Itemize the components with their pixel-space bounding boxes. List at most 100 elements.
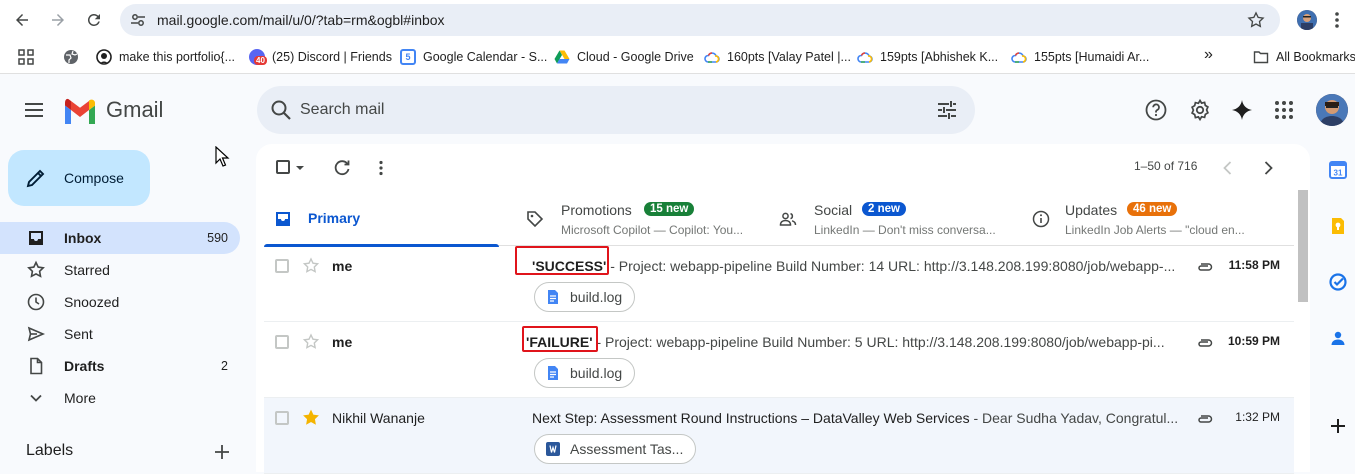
email-row[interactable]: me 'SUCCESS' - Project: webapp-pipeline … (264, 246, 1294, 322)
search-bar[interactable]: Search mail (257, 86, 975, 134)
google-contacts-icon[interactable] (1328, 328, 1348, 348)
bookmark-label: 155pts [Humaidi Ar... (1034, 50, 1150, 64)
more-vertical-icon[interactable] (371, 158, 391, 178)
plus-icon[interactable] (212, 442, 232, 462)
attachment-chip[interactable]: build.log (534, 358, 636, 388)
cloud-icon (857, 52, 873, 63)
star-filled-icon[interactable] (302, 409, 320, 427)
scrollbar-thumb[interactable] (1298, 190, 1308, 302)
apps-grid-icon[interactable] (18, 49, 34, 65)
draft-file-icon (30, 357, 43, 375)
attachment-chip[interactable]: build.log (534, 282, 636, 312)
search-options-icon[interactable] (935, 98, 959, 122)
sidebar-item-drafts[interactable]: Drafts 2 (0, 350, 240, 382)
next-page-icon[interactable] (1258, 158, 1278, 178)
email-checkbox[interactable] (275, 411, 289, 425)
bookmark-cloud-2[interactable]: 159pts [Abhishek K... (857, 49, 998, 65)
globe-icon[interactable] (63, 49, 79, 65)
email-time: 1:32 PM (1235, 410, 1280, 424)
sidebar-item-starred[interactable]: Starred (0, 254, 240, 286)
bookmark-cloud-1[interactable]: 160pts [Valay Patel |... (704, 49, 851, 65)
google-calendar-icon[interactable]: 31 (1328, 160, 1348, 180)
new-count-badge: 15 new (644, 202, 695, 216)
bookmark-discord[interactable]: 40 (25) Discord | Friends (249, 49, 392, 65)
email-subject-line: 'FAILURE' - Project: webapp-pipeline Bui… (526, 334, 1174, 350)
attachment-name: build.log (570, 365, 623, 381)
new-count-badge: 46 new (1127, 202, 1178, 216)
select-all-checkbox[interactable] (274, 158, 308, 178)
browser-profile-avatar[interactable] (1297, 10, 1317, 30)
inbox-icon (29, 231, 43, 245)
email-checkbox[interactable] (275, 335, 289, 349)
bookmark-label: Google Calendar - S... (423, 50, 548, 64)
site-settings-icon[interactable] (130, 12, 146, 28)
email-row[interactable]: me 'FAILURE' - Project: webapp-pipeline … (264, 322, 1294, 398)
sidebar-item-more[interactable]: More (0, 382, 240, 414)
star-outline-icon[interactable] (302, 333, 320, 351)
help-icon[interactable] (1144, 98, 1168, 122)
google-apps-icon[interactable] (1272, 98, 1296, 122)
attachment-icon (1198, 339, 1213, 347)
sidebar-item-snoozed[interactable]: Snoozed (0, 286, 240, 318)
pagination-info: 1–50 of 716 (1134, 159, 1198, 173)
sidebar-item-inbox[interactable]: Inbox 590 (0, 222, 240, 254)
search-input[interactable]: Search mail (300, 101, 384, 119)
google-tasks-icon[interactable] (1328, 272, 1348, 292)
inbox-icon (276, 212, 290, 226)
sidebar-item-sent[interactable]: Sent (0, 318, 240, 350)
address-bar[interactable]: mail.google.com/mail/u/0/?tab=rm&ogbl#in… (120, 4, 1280, 36)
reload-button[interactable] (82, 8, 106, 32)
settings-gear-icon[interactable] (1188, 98, 1212, 122)
bookmark-portfolio[interactable]: make this portfolio{... (96, 49, 235, 65)
sidebar-item-label: Snoozed (64, 294, 120, 310)
gmail-logo-icon[interactable] (63, 98, 97, 124)
tab-title: Primary (308, 210, 361, 226)
tab-social[interactable]: Social 2 new LinkedIn — Don't miss conve… (769, 194, 1019, 246)
previous-page-icon[interactable] (1218, 158, 1238, 178)
notification-badge: 40 (254, 56, 267, 65)
tab-promotions[interactable]: Promotions 15 new Microsoft Copilot — Co… (516, 194, 766, 246)
sidebar-item-label: Starred (64, 262, 110, 278)
bookmark-cloud-3[interactable]: 155pts [Humaidi Ar... (1011, 49, 1149, 65)
compose-button[interactable]: Compose (8, 150, 150, 206)
refresh-icon[interactable] (332, 158, 352, 178)
bookmark-label: 159pts [Abhishek K... (880, 50, 999, 64)
tab-primary[interactable]: Primary (264, 194, 499, 247)
back-button[interactable] (10, 8, 34, 32)
google-keep-icon[interactable] (1328, 216, 1348, 236)
all-bookmarks-button[interactable]: All Bookmarks (1253, 49, 1355, 65)
email-checkbox[interactable] (275, 259, 289, 273)
forward-button[interactable] (46, 8, 70, 32)
bookmark-label: (25) Discord | Friends (272, 50, 392, 64)
bookmark-google-calendar[interactable]: 5 Google Calendar - S... (400, 49, 547, 65)
drafts-count: 2 (221, 359, 228, 373)
attachment-chip[interactable]: Assessment Tas... (534, 434, 697, 464)
tab-preview: LinkedIn Job Alerts — "cloud en... (1065, 223, 1245, 237)
new-count-badge: 2 new (862, 202, 906, 216)
bookmark-google-drive[interactable]: Cloud - Google Drive (554, 49, 694, 65)
tab-title: Promotions (561, 202, 632, 218)
browser-menu-icon[interactable] (1327, 10, 1347, 30)
drive-icon (554, 50, 570, 64)
search-icon[interactable] (269, 98, 293, 122)
account-avatar[interactable] (1316, 94, 1348, 126)
email-time: 11:58 PM (1228, 258, 1280, 272)
sidebar-item-label: Inbox (64, 230, 102, 246)
tab-updates[interactable]: Updates 46 new LinkedIn Job Alerts — "cl… (1022, 194, 1294, 246)
cloud-icon (704, 52, 720, 63)
gemini-sparkle-icon[interactable] (1230, 98, 1254, 122)
email-row[interactable]: Nikhil Wananje Next Step: Assessment Rou… (264, 398, 1294, 474)
attachment-name: build.log (570, 289, 623, 305)
main-menu-icon[interactable] (22, 98, 46, 122)
plus-icon[interactable] (1328, 416, 1348, 436)
bookmarks-overflow-button[interactable]: » (1204, 46, 1213, 64)
word-doc-icon (546, 442, 560, 456)
bookmark-label: Cloud - Google Drive (577, 50, 694, 64)
google-docs-icon (548, 290, 558, 304)
arrow-right-icon (52, 14, 64, 26)
pencil-icon (26, 169, 45, 188)
tab-title: Social (814, 202, 853, 218)
star-outline-icon[interactable] (302, 257, 320, 275)
bookmark-star-icon[interactable] (1246, 10, 1266, 30)
arrow-left-icon (16, 14, 28, 26)
